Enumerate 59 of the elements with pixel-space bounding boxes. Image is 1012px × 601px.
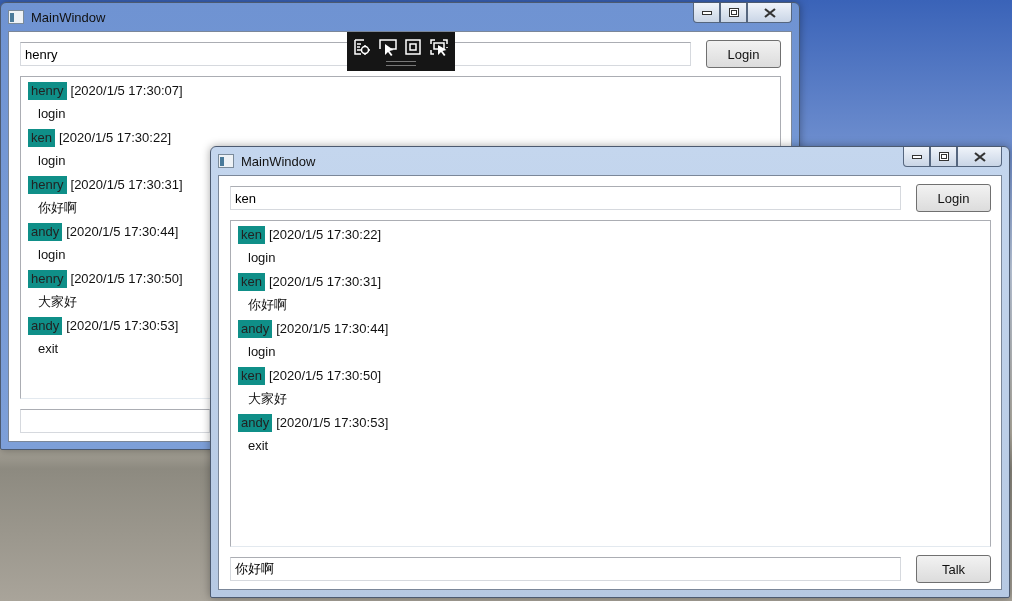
sender-tag: henry [28, 269, 67, 288]
sender-tag: ken [238, 225, 265, 244]
message-text: exit [37, 340, 59, 358]
message-time: [2020/1/5 17:30:07] [70, 83, 183, 98]
pointer-select-icon[interactable] [377, 38, 398, 56]
message-text: login [37, 105, 66, 123]
message-text: 大家好 [247, 390, 287, 408]
message-text: exit [247, 437, 269, 455]
maximize-icon [938, 152, 949, 161]
message-field[interactable] [20, 409, 210, 433]
login-button[interactable]: Login [916, 184, 991, 212]
window-icon [218, 154, 234, 168]
sender-tag: ken [28, 128, 55, 147]
username-field[interactable]: ken [230, 186, 901, 210]
login-button[interactable]: Login [706, 40, 781, 68]
window-title: MainWindow [241, 153, 316, 169]
close-button[interactable] [747, 3, 792, 23]
maximize-icon [728, 8, 739, 17]
list-target-icon[interactable] [353, 38, 371, 56]
sender-tag: ken [238, 366, 265, 385]
minimize-button[interactable] [693, 3, 720, 23]
minimize-button[interactable] [903, 147, 930, 167]
frame-icon[interactable] [404, 38, 423, 56]
message-time: [2020/1/5 17:30:53] [276, 415, 389, 430]
sender-tag: andy [238, 319, 273, 338]
sender-tag: henry [28, 175, 67, 194]
sender-tag: ken [238, 272, 265, 291]
minimize-icon [911, 154, 922, 159]
sender-tag: andy [28, 316, 63, 335]
pointer-frame-icon[interactable] [428, 38, 449, 56]
sender-tag: andy [238, 413, 273, 432]
message-text: login [37, 246, 66, 264]
close-icon [973, 151, 986, 162]
message-text: 你好啊 [37, 199, 77, 217]
message-text: login [247, 249, 276, 267]
message-text: 大家好 [37, 293, 77, 311]
sender-tag: henry [28, 81, 67, 100]
sender-tag: andy [28, 222, 63, 241]
message-field[interactable]: 你好啊 [230, 557, 901, 581]
talk-button[interactable]: Talk [916, 555, 991, 583]
minimize-icon [701, 10, 712, 15]
close-icon [763, 7, 776, 18]
message-time: [2020/1/5 17:30:22] [58, 130, 171, 145]
window-icon [8, 10, 24, 24]
message-time: [2020/1/5 17:30:31] [268, 274, 381, 289]
message-time: [2020/1/5 17:30:50] [70, 271, 183, 286]
message-time: [2020/1/5 17:30:22] [268, 227, 381, 242]
message-time: [2020/1/5 17:30:53] [66, 318, 179, 333]
message-text: 你好啊 [247, 296, 287, 314]
message-time: [2020/1/5 17:30:31] [70, 177, 183, 192]
maximize-button[interactable] [930, 147, 957, 167]
message-time: [2020/1/5 17:30:50] [268, 368, 381, 383]
maximize-button[interactable] [720, 3, 747, 23]
window-title: MainWindow [31, 9, 106, 25]
close-button[interactable] [957, 147, 1002, 167]
message-time: [2020/1/5 17:30:44] [66, 224, 179, 239]
message-text: login [247, 343, 276, 361]
message-text: login [37, 152, 66, 170]
message-time: [2020/1/5 17:30:44] [276, 321, 389, 336]
